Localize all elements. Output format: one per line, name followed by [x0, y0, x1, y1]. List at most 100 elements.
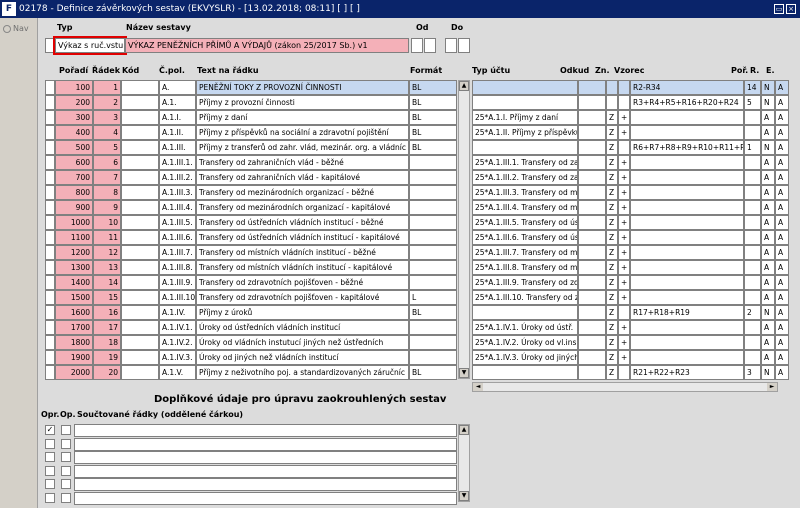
cell-radek[interactable]: 1	[93, 80, 121, 95]
cell-r[interactable]: A	[761, 125, 775, 140]
cell-por[interactable]	[744, 155, 761, 170]
cell-zn[interactable]: +	[618, 290, 630, 305]
cell-e[interactable]: A	[775, 125, 789, 140]
cell-r[interactable]: A	[761, 290, 775, 305]
cell-vzorec[interactable]: R21+R22+R23	[630, 365, 744, 380]
cell-odkud[interactable]: Z	[606, 335, 618, 350]
cell-cpol[interactable]: A.1.III.6.	[159, 230, 196, 245]
cell-e[interactable]: A	[775, 80, 789, 95]
cell-typ-uctu[interactable]	[472, 80, 578, 95]
cell-e[interactable]: A	[775, 350, 789, 365]
cell-poradi[interactable]: 1600	[55, 305, 93, 320]
cell-typ-uctu[interactable]: 25*A.1.III.7. Transfery od míst	[472, 245, 578, 260]
cell-poradi[interactable]: 400	[55, 125, 93, 140]
cell-zn[interactable]: +	[618, 230, 630, 245]
row-indicator[interactable]	[45, 110, 55, 125]
cell-e[interactable]: A	[775, 260, 789, 275]
cell-vzorec[interactable]	[630, 110, 744, 125]
do-field-2[interactable]	[458, 38, 470, 53]
cell-odkud[interactable]: Z	[606, 230, 618, 245]
cell-por[interactable]	[744, 170, 761, 185]
cell-odkud[interactable]: Z	[606, 155, 618, 170]
cell-radek[interactable]: 16	[93, 305, 121, 320]
cell-kod[interactable]	[121, 80, 159, 95]
op-checkbox[interactable]	[61, 425, 71, 435]
cell-vzorec[interactable]: R3+R4+R5+R16+R20+R24	[630, 95, 744, 110]
cell-typ-uctu-extra[interactable]	[578, 230, 606, 245]
cell-e[interactable]: A	[775, 230, 789, 245]
cell-text[interactable]: Transfery od místních vládních institucí…	[196, 260, 409, 275]
cell-r[interactable]: N	[761, 140, 775, 155]
cell-kod[interactable]	[121, 170, 159, 185]
scroll-up-icon[interactable]: ▲	[459, 81, 469, 91]
cell-poradi[interactable]: 100	[55, 80, 93, 95]
cell-radek[interactable]: 19	[93, 350, 121, 365]
cell-odkud[interactable]: Z	[606, 290, 618, 305]
cell-format[interactable]	[409, 185, 457, 200]
cell-r[interactable]: A	[761, 215, 775, 230]
cell-radek[interactable]: 20	[93, 365, 121, 380]
cell-poradi[interactable]: 1800	[55, 335, 93, 350]
cell-por[interactable]	[744, 185, 761, 200]
left-grid-vscroll[interactable]: ▲ ▼	[458, 80, 470, 379]
cell-radek[interactable]: 6	[93, 155, 121, 170]
cell-text[interactable]: Transfery od ústředních vládních institu…	[196, 230, 409, 245]
cell-kod[interactable]	[121, 125, 159, 140]
cell-r[interactable]: A	[761, 170, 775, 185]
cell-format[interactable]: BL	[409, 305, 457, 320]
row-indicator[interactable]	[45, 260, 55, 275]
cell-poradi[interactable]: 900	[55, 200, 93, 215]
cell-format[interactable]	[409, 320, 457, 335]
cell-radek[interactable]: 2	[93, 95, 121, 110]
cell-r[interactable]: A	[761, 350, 775, 365]
cell-cpol[interactable]: A.	[159, 80, 196, 95]
cell-r[interactable]: A	[761, 335, 775, 350]
cell-cpol[interactable]: A.1.III.8.	[159, 260, 196, 275]
cell-typ-uctu[interactable]: 25*A.1.IV.3. Úroky od jiných	[472, 350, 578, 365]
soucet-field[interactable]	[74, 491, 457, 505]
cell-radek[interactable]: 5	[93, 140, 121, 155]
cell-odkud[interactable]: Z	[606, 260, 618, 275]
cell-typ-uctu-extra[interactable]	[578, 170, 606, 185]
cell-poradi[interactable]: 1100	[55, 230, 93, 245]
cell-text[interactable]: Příjmy z neživotního poj. a standardizov…	[196, 365, 409, 380]
cell-poradi[interactable]: 1300	[55, 260, 93, 275]
row-indicator[interactable]	[45, 140, 55, 155]
cell-kod[interactable]	[121, 200, 159, 215]
op-checkbox[interactable]	[61, 465, 71, 476]
cell-format[interactable]	[409, 350, 457, 365]
cell-typ-uctu-extra[interactable]	[578, 95, 606, 110]
cell-poradi[interactable]: 1900	[55, 350, 93, 365]
cell-odkud[interactable]: Z	[606, 320, 618, 335]
cell-e[interactable]: A	[775, 275, 789, 290]
cell-cpol[interactable]: A.1.III.1.	[159, 155, 196, 170]
cell-por[interactable]: 1	[744, 140, 761, 155]
soucet-field[interactable]	[74, 478, 457, 491]
cell-vzorec[interactable]	[630, 170, 744, 185]
opr-checkbox[interactable]	[45, 479, 55, 489]
cell-typ-uctu-extra[interactable]	[578, 275, 606, 290]
cell-odkud[interactable]: Z	[606, 110, 618, 125]
cell-kod[interactable]	[121, 155, 159, 170]
cell-zn[interactable]	[618, 365, 630, 380]
cell-cpol[interactable]: A.1.III.	[159, 140, 196, 155]
cell-zn[interactable]: +	[618, 200, 630, 215]
cell-odkud[interactable]	[606, 95, 618, 110]
cell-typ-uctu[interactable]: 25*A.1.III.5. Transfery od ústř	[472, 215, 578, 230]
cell-kod[interactable]	[121, 110, 159, 125]
nav-button[interactable]: Nav	[3, 24, 37, 33]
cell-zn[interactable]	[618, 80, 630, 95]
cell-cpol[interactable]: A.1.III.9.	[159, 275, 196, 290]
cell-typ-uctu-extra[interactable]	[578, 185, 606, 200]
cell-typ-uctu[interactable]: 25*A.1.I. Příjmy z daní	[472, 110, 578, 125]
cell-kod[interactable]	[121, 335, 159, 350]
row-indicator[interactable]	[45, 230, 55, 245]
cell-kod[interactable]	[121, 290, 159, 305]
cell-e[interactable]: A	[775, 215, 789, 230]
cell-cpol[interactable]: A.1.III.2.	[159, 170, 196, 185]
cell-text[interactable]: Úroky od jiných než vládních institucí	[196, 350, 409, 365]
row-indicator[interactable]	[45, 290, 55, 305]
cell-format[interactable]: BL	[409, 110, 457, 125]
cell-cpol[interactable]: A.1.III.10.	[159, 290, 196, 305]
cell-typ-uctu-extra[interactable]	[578, 365, 606, 380]
